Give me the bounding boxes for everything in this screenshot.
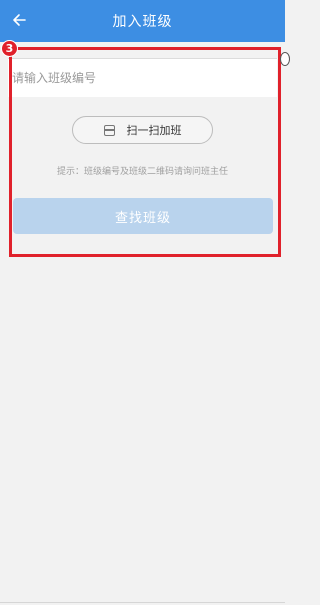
step-number-badge: 3 [1, 40, 18, 57]
app-header: 加入班级 [0, 0, 285, 42]
edge-marker-icon [280, 52, 290, 66]
page-title: 加入班级 [112, 14, 173, 30]
bottom-divider [0, 602, 285, 603]
annotation-highlight-box [9, 47, 281, 257]
